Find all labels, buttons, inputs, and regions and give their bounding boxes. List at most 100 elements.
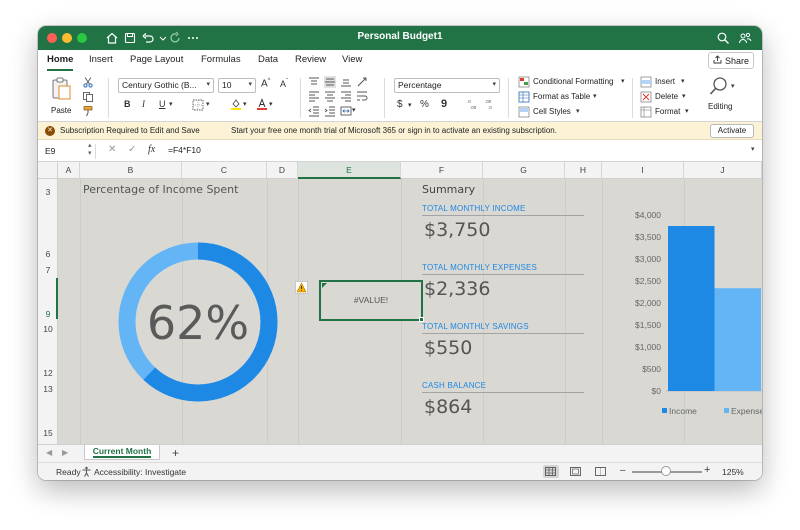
copy-icon[interactable] (82, 91, 94, 103)
format-cells-icon[interactable] (640, 106, 652, 118)
page-layout-view-icon[interactable] (568, 465, 584, 478)
format-cells-label[interactable]: Format (655, 107, 680, 116)
merge-dropdown-icon[interactable]: ▾ (352, 106, 356, 114)
row-header-15[interactable]: 15 (38, 428, 58, 438)
delete-cells-dropdown-icon[interactable]: ▾ (682, 92, 686, 100)
column-header-j[interactable]: J (684, 162, 762, 179)
next-sheet-icon[interactable]: ▶ (62, 448, 68, 457)
column-header-d[interactable]: D (267, 162, 298, 179)
magnifier-icon[interactable] (708, 75, 730, 97)
column-header-i[interactable]: I (602, 162, 684, 179)
comma-style-button[interactable]: 9 (441, 98, 447, 110)
row-header-12[interactable]: 12 (38, 368, 58, 378)
align-right-icon[interactable] (340, 90, 352, 102)
borders-dropdown-icon[interactable]: ▾ (206, 100, 210, 108)
activate-button[interactable]: Activate (710, 124, 754, 138)
column-header-e[interactable]: E (298, 162, 401, 179)
tab-data[interactable]: Data (258, 54, 278, 65)
cell-styles-dropdown-icon[interactable]: ▾ (576, 107, 580, 115)
underline-button[interactable]: U (159, 99, 166, 109)
fill-color-icon[interactable] (230, 98, 242, 110)
income-expenses-bar-chart[interactable]: $0 $500 $1,000 $1,500 $2,000 $2,500 $3,000 $3,5… (598, 205, 762, 435)
zoom-in-button[interactable]: + (704, 464, 710, 476)
align-center-icon[interactable] (324, 90, 336, 102)
increase-decimal-icon[interactable]: .0.00 (466, 98, 478, 110)
zoom-level[interactable]: 125% (722, 467, 744, 477)
column-header-g[interactable]: G (483, 162, 565, 179)
conditional-formatting-icon[interactable] (518, 76, 530, 88)
tab-insert[interactable]: Insert (89, 54, 113, 65)
add-sheet-button[interactable]: + (172, 446, 179, 460)
borders-icon[interactable] (192, 99, 204, 111)
number-format-combo[interactable]: Percentage ▾ (394, 78, 500, 93)
fill-color-dropdown-icon[interactable]: ▾ (243, 100, 247, 108)
search-icon[interactable] (716, 31, 730, 45)
cell-grid[interactable]: Percentage of Income Spent 62% #VALUE! S… (58, 179, 762, 444)
conditional-formatting-dropdown-icon[interactable]: ▾ (621, 77, 625, 85)
select-all-button[interactable] (38, 162, 58, 179)
cell-styles-icon[interactable] (518, 106, 530, 118)
italic-button[interactable]: I (142, 99, 145, 109)
cut-icon[interactable] (82, 76, 94, 88)
row-header-9[interactable]: 9 (38, 309, 58, 319)
tab-view[interactable]: View (342, 54, 362, 65)
percent-button[interactable]: % (420, 99, 429, 110)
page-break-view-icon[interactable] (593, 465, 609, 478)
decrease-decimal-icon[interactable]: .00.0 (484, 98, 496, 110)
align-middle-icon[interactable] (324, 76, 336, 88)
align-top-icon[interactable] (308, 76, 320, 88)
insert-function-button[interactable]: fx (148, 144, 155, 155)
align-left-icon[interactable] (308, 90, 320, 102)
orientation-icon[interactable] (356, 76, 368, 88)
tab-home[interactable]: Home (47, 54, 73, 65)
delete-cells-icon[interactable] (640, 91, 652, 103)
column-header-c[interactable]: C (182, 162, 267, 179)
align-bottom-icon[interactable] (340, 76, 352, 88)
column-header-a[interactable]: A (58, 162, 80, 179)
tab-page-layout[interactable]: Page Layout (130, 54, 183, 65)
row-header-3[interactable]: 3 (38, 187, 58, 197)
font-name-combo[interactable]: Century Gothic (B... ▾ (118, 78, 214, 93)
previous-sheet-icon[interactable]: ◀ (46, 448, 52, 457)
column-header-f[interactable]: F (401, 162, 483, 179)
format-cells-dropdown-icon[interactable]: ▾ (685, 107, 689, 115)
tab-formulas[interactable]: Formulas (201, 54, 241, 65)
warning-icon[interactable] (295, 281, 308, 294)
underline-dropdown-icon[interactable]: ▾ (169, 100, 173, 108)
name-box-stepper-icon[interactable]: ▴ ▾ (88, 142, 92, 158)
column-header-b[interactable]: B (80, 162, 182, 179)
currency-dropdown-icon[interactable]: ▾ (408, 101, 412, 109)
row-header-13[interactable]: 13 (38, 384, 58, 394)
font-color-dropdown-icon[interactable]: ▾ (269, 100, 273, 108)
format-as-table-icon[interactable] (518, 91, 530, 103)
cancel-formula-icon[interactable]: ✕ (108, 144, 116, 155)
row-header-7[interactable]: 7 (38, 265, 58, 275)
wrap-text-icon[interactable] (356, 90, 368, 102)
row-header-6[interactable]: 6 (38, 249, 58, 259)
font-color-icon[interactable] (256, 98, 268, 110)
cell-styles-label[interactable]: Cell Styles (533, 107, 571, 116)
increase-indent-icon[interactable] (324, 105, 336, 117)
grow-font-button[interactable]: A^ (261, 78, 271, 89)
insert-cells-label[interactable]: Insert (655, 77, 675, 86)
format-as-table-dropdown-icon[interactable]: ▾ (593, 92, 597, 100)
bold-button[interactable]: B (124, 99, 131, 109)
format-painter-icon[interactable] (82, 105, 94, 117)
share-people-icon[interactable] (738, 31, 752, 45)
bar-income[interactable] (668, 226, 715, 391)
insert-cells-dropdown-icon[interactable]: ▾ (681, 77, 685, 85)
row-header-10[interactable]: 10 (38, 324, 58, 334)
decrease-indent-icon[interactable] (308, 105, 320, 117)
font-size-combo[interactable]: 10 ▾ (218, 78, 256, 93)
normal-view-icon[interactable] (543, 465, 559, 478)
insert-cells-icon[interactable] (640, 76, 652, 88)
share-button[interactable]: Share (708, 52, 754, 69)
tab-review[interactable]: Review (295, 54, 326, 65)
formula-input[interactable]: =F4*F10 (168, 145, 201, 155)
zoom-slider-handle[interactable] (661, 466, 671, 476)
zoom-out-button[interactable]: – (620, 465, 626, 476)
sheet-tab-current-month[interactable]: Current Month (84, 445, 160, 460)
enter-formula-icon[interactable]: ✓ (128, 144, 136, 155)
expand-formula-icon[interactable]: ▾ (751, 145, 755, 153)
paste-icon[interactable] (48, 76, 74, 102)
